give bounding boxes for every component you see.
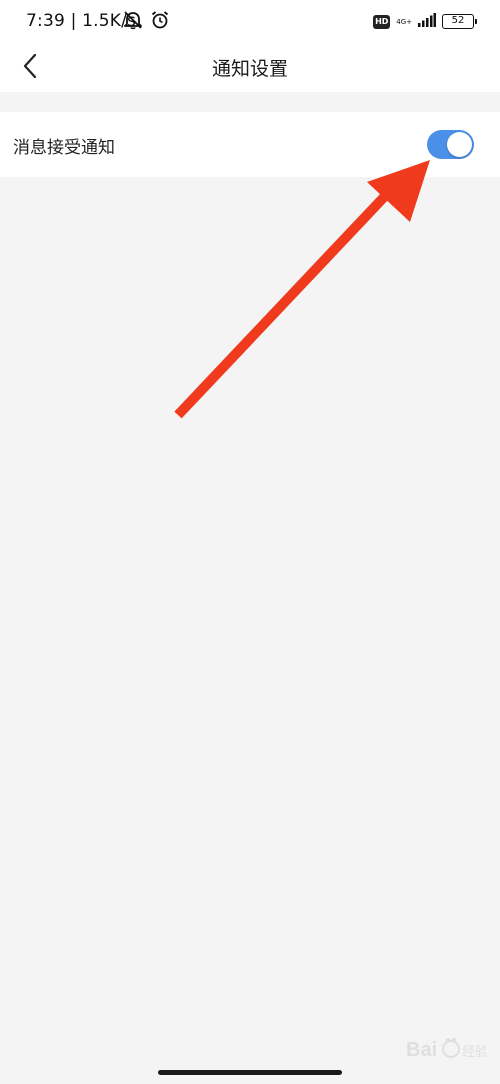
notification-settings-screen: 7:39 | 1.5K/s HD 4G+ 52 通知设置 消息接受通知 Bai … [0,0,500,1084]
battery-icon: 52 [442,14,477,29]
hd-badge: HD [373,14,391,29]
message-notification-row: 消息接受通知 [0,112,500,177]
message-notification-toggle[interactable] [427,130,474,159]
baidu-jingyan-watermark: Bai 经验 [406,1032,488,1066]
status-bar: 7:39 | 1.5K/s HD 4G+ 52 [0,0,500,44]
status-left-icons [122,10,170,34]
header-bar: 通知设置 [0,44,500,92]
home-indicator[interactable] [158,1070,342,1075]
message-notification-label: 消息接受通知 [13,138,115,158]
page-title: 通知设置 [211,58,288,80]
status-right-icons: HD 4G+ 52 [373,12,477,31]
network-type: 4G+ [396,17,412,26]
alarm-clock-icon [150,10,170,34]
toggle-knob [447,132,472,157]
status-time: 7:39 | 1.5K/s [26,11,137,31]
svg-text:经验: 经验 [462,1044,486,1060]
bell-off-icon [122,10,144,34]
signal-icon [418,12,436,31]
svg-text:Bai: Bai [406,1039,437,1061]
